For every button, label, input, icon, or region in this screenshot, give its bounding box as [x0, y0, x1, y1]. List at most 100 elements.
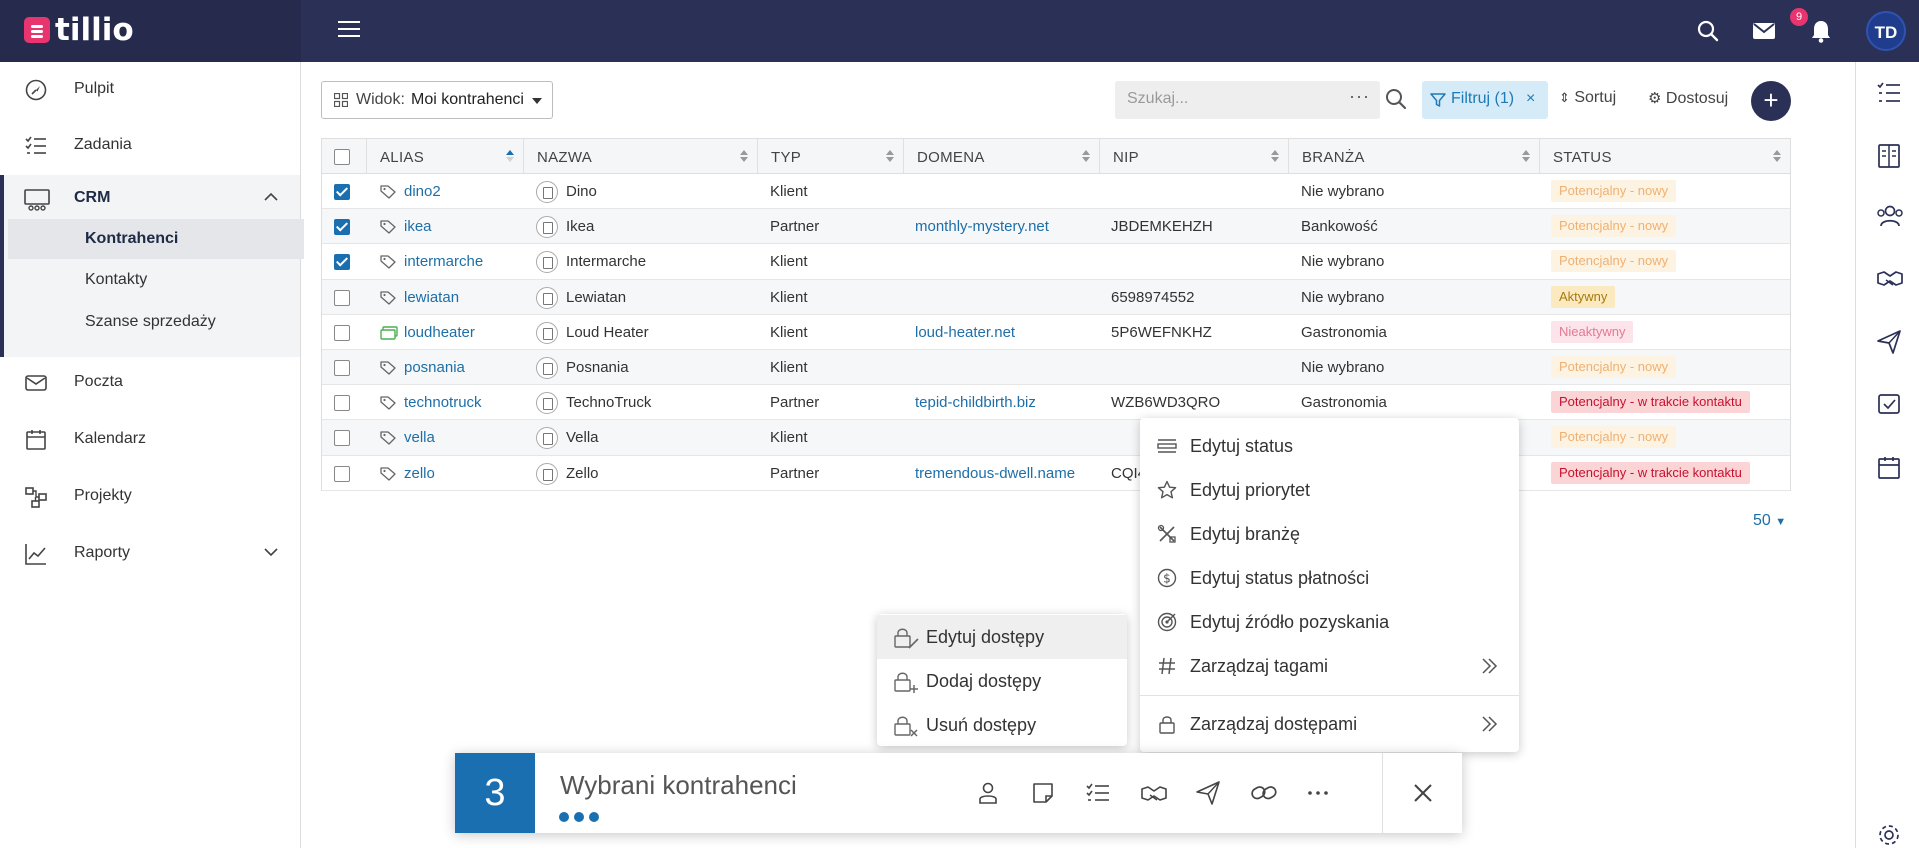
search-icon[interactable] — [1385, 88, 1407, 110]
alias-link[interactable]: vella — [404, 420, 435, 455]
row-checkbox[interactable] — [334, 465, 350, 482]
sort-button[interactable]: ⇕ Sortuj — [1559, 89, 1616, 107]
row-checkbox[interactable] — [334, 430, 350, 447]
send-icon[interactable] — [1195, 780, 1221, 806]
sidebar-item-kalendarz[interactable]: Kalendarz — [0, 416, 300, 462]
mail-icon[interactable] — [1749, 16, 1779, 46]
column-header-nazwa[interactable]: NAZWA — [524, 139, 758, 174]
search-options-icon[interactable]: ··· — [1349, 86, 1370, 107]
address-book-icon[interactable] — [1876, 143, 1902, 169]
alias-link[interactable]: loudheater — [404, 315, 475, 350]
sidebar-item-poczta[interactable]: Poczta — [0, 359, 300, 405]
sort-icon[interactable] — [1270, 148, 1280, 164]
domain-link[interactable]: monthly-mystery.net — [915, 209, 1049, 244]
search-icon[interactable] — [1693, 16, 1723, 46]
sidebar-subitem-kontrahenci[interactable]: Kontrahenci — [8, 219, 304, 259]
menu-item-manage-access[interactable]: Zarządzaj dostępami — [1140, 702, 1519, 746]
domain-link[interactable]: tremendous-dwell.name — [915, 456, 1075, 491]
sidebar-item-projekty[interactable]: Projekty — [0, 473, 300, 519]
sort-asc-icon[interactable] — [505, 148, 515, 164]
logo[interactable]: tillio — [0, 0, 301, 62]
menu-item-edit-payment-status[interactable]: $ Edytuj status płatności — [1140, 556, 1519, 600]
select-all-checkbox[interactable] — [334, 149, 350, 165]
table-row[interactable]: technotruck TechnoTruck Partner tepid-child… — [322, 385, 1790, 421]
alias-link[interactable]: posnania — [404, 350, 465, 385]
sort-icon[interactable] — [1081, 148, 1091, 164]
alias-link[interactable]: ikea — [404, 209, 432, 244]
user-avatar[interactable]: TD — [1866, 11, 1906, 51]
menu-item-edit-source[interactable]: Edytuj źródło pozyskania — [1140, 600, 1519, 644]
sidebar-item-pulpit[interactable]: Pulpit — [0, 66, 300, 112]
settings-icon[interactable] — [1876, 822, 1902, 848]
table-row[interactable]: dino2 Dino Klient Nie wybrano Potencjalny - … — [322, 174, 1790, 210]
submenu-item-edit-access[interactable]: Edytuj dostępy — [877, 615, 1127, 659]
filter-button[interactable]: Filtruj (1) × — [1422, 81, 1548, 119]
sidebar-item-crm[interactable]: CRM — [0, 175, 300, 221]
sort-icon[interactable] — [885, 148, 895, 164]
alias-link[interactable]: lewiatan — [404, 280, 459, 315]
row-checkbox[interactable] — [334, 254, 350, 271]
chevron-up-icon[interactable] — [262, 188, 280, 206]
column-header-status[interactable]: STATUS — [1540, 139, 1790, 174]
table-row[interactable]: vella Vella Klient Potencjalny - nowy — [322, 420, 1790, 456]
send-icon[interactable] — [1876, 329, 1902, 355]
clear-filter-icon[interactable]: × — [1526, 90, 1535, 108]
sidebar-item-raporty[interactable]: Raporty — [0, 530, 300, 576]
tasks-icon[interactable] — [1085, 780, 1111, 806]
sidebar-subitem-kontakty[interactable]: Kontakty — [8, 260, 304, 300]
column-header-alias[interactable]: ALIAS — [367, 139, 524, 174]
row-checkbox[interactable] — [334, 395, 350, 412]
row-checkbox[interactable] — [334, 219, 350, 236]
submenu-item-remove-access[interactable]: Usuń dostępy — [877, 703, 1127, 747]
column-header-branza[interactable]: BRANŻA — [1289, 139, 1540, 174]
page-size-selector[interactable]: 50 ▼ — [1753, 512, 1786, 530]
row-checkbox[interactable] — [334, 359, 350, 376]
column-header-nip[interactable]: NIP — [1100, 139, 1289, 174]
checkbox-icon[interactable] — [1876, 392, 1902, 418]
row-checkbox[interactable] — [334, 184, 350, 200]
domain-link[interactable]: loud-heater.net — [915, 315, 1015, 350]
person-icon[interactable] — [975, 780, 1001, 806]
menu-item-edit-industry[interactable]: Edytuj branżę — [1140, 512, 1519, 556]
submenu-item-add-access[interactable]: Dodaj dostępy — [877, 659, 1127, 703]
table-row[interactable]: ikea Ikea Partner monthly-mystery.net JBDEMK… — [322, 209, 1790, 245]
alias-link[interactable]: zello — [404, 456, 435, 491]
sort-icon[interactable] — [1772, 148, 1782, 164]
sidebar-subitem-szanse[interactable]: Szanse sprzedaży — [8, 302, 304, 342]
menu-toggle-icon[interactable] — [338, 21, 360, 41]
row-checkbox[interactable] — [334, 324, 350, 341]
more-icon[interactable] — [1305, 780, 1331, 806]
sidebar-item-zadania[interactable]: Zadania — [0, 122, 300, 168]
chevron-down-icon[interactable] — [262, 543, 280, 561]
add-button[interactable]: + — [1751, 81, 1791, 121]
domain-link[interactable]: tepid-childbirth.biz — [915, 385, 1036, 420]
calendar-icon[interactable] — [1876, 455, 1902, 481]
tasks-icon[interactable] — [1876, 80, 1902, 106]
handshake-icon[interactable] — [1140, 780, 1167, 806]
alias-link[interactable]: technotruck — [404, 385, 482, 420]
column-header-domena[interactable]: DOMENA — [904, 139, 1100, 174]
handshake-icon[interactable] — [1876, 266, 1903, 292]
note-icon[interactable] — [1030, 780, 1056, 806]
alias-link[interactable]: dino2 — [404, 174, 441, 209]
sort-icon[interactable] — [739, 148, 749, 164]
column-header-typ[interactable]: TYP — [758, 139, 904, 174]
table-row[interactable]: intermarche Intermarche Klient Nie wybrano P… — [322, 244, 1790, 280]
menu-item-edit-status[interactable]: Edytuj status — [1140, 424, 1519, 468]
table-row[interactable]: loudheater Loud Heater Klient loud-heater.n… — [322, 315, 1790, 350]
row-checkbox[interactable] — [334, 289, 350, 306]
close-icon[interactable] — [1410, 780, 1436, 806]
table-row[interactable]: lewiatan Lewiatan Klient 6598974552 Nie wybr… — [322, 279, 1790, 315]
alias-link[interactable]: intermarche — [404, 244, 483, 279]
table-row[interactable]: posnania Posnania Klient Nie wybrano Potencj… — [322, 349, 1790, 386]
link-icon[interactable] — [1250, 780, 1277, 806]
sort-icon[interactable] — [1521, 148, 1531, 164]
contacts-icon[interactable] — [1876, 203, 1903, 229]
table-row[interactable]: zello Zello Partner tremendous-dwell.name CQ… — [322, 456, 1790, 491]
menu-item-edit-priority[interactable]: Edytuj priorytet — [1140, 468, 1519, 512]
customize-button[interactable]: ⚙ Dostosuj — [1648, 89, 1728, 108]
menu-item-manage-tags[interactable]: Zarządzaj tagami — [1140, 644, 1519, 688]
view-selector[interactable]: Widok: Moi kontrahenci — [321, 81, 553, 119]
bell-icon[interactable] — [1806, 16, 1836, 46]
search-input[interactable] — [1127, 90, 1327, 108]
